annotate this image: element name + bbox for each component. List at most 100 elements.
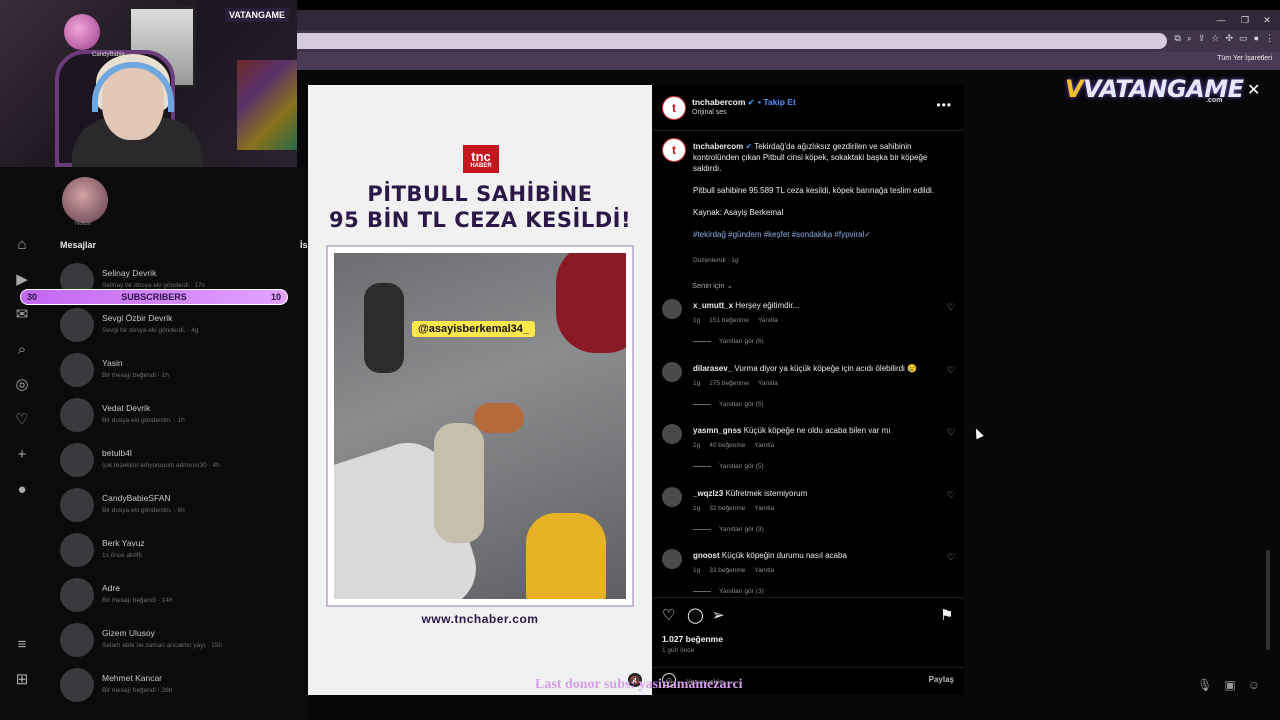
message-thread[interactable]: Gizem Ulusoy Selam abla ne zaman arıcaktı…	[60, 623, 300, 663]
commenter-avatar[interactable]	[662, 549, 682, 569]
audio-label[interactable]: Orijinal ses	[692, 109, 727, 116]
image-icon[interactable]: ▣	[1224, 678, 1235, 692]
thread-preview: Bir mesajı beğendi · 14h	[102, 597, 173, 604]
commenter-name[interactable]: gnoost	[693, 551, 720, 560]
comment-likes[interactable]: 32 beğenme	[709, 505, 745, 512]
thread-name: Berk Yavuz	[102, 538, 145, 548]
explore-icon[interactable]: ◎	[13, 375, 31, 393]
message-thread[interactable]: Mehmet Kancar Bir mesajı beğendi · 26h	[60, 668, 300, 708]
reels-icon[interactable]: ▶	[13, 270, 31, 288]
reply-button[interactable]: Yanıtla	[754, 442, 774, 449]
comment-like-icon[interactable]: ♡	[947, 302, 955, 313]
view-replies[interactable]: Yanıtları gör (3)	[693, 526, 764, 533]
reply-button[interactable]: Yanıtla	[758, 380, 778, 387]
all-bookmarks[interactable]: Tüm Yer İşaretleri	[1217, 55, 1272, 62]
microphone-icon[interactable]: 🎙	[1197, 678, 1212, 692]
comment-likes[interactable]: 40 beğenme	[709, 442, 745, 449]
message-thread[interactable]: Yasin Bir mesajı beğendi · 1h	[60, 353, 300, 393]
close-window-icon[interactable]: ✕	[1256, 10, 1278, 30]
share-page-icon[interactable]: ⇪	[1198, 33, 1206, 44]
cast-icon[interactable]: ⧉	[1174, 33, 1180, 44]
message-thread[interactable]: Berk Yavuz 1s önce aktifti	[60, 533, 300, 573]
thread-name: Selinay Devrik	[102, 268, 157, 278]
message-thread[interactable]: Adre Bir mesajı beğendi · 14h	[60, 578, 300, 618]
follow-button[interactable]: • Takip Et	[758, 97, 796, 107]
save-icon[interactable]: ⚑	[940, 606, 953, 624]
profile-icon[interactable]: ●	[1254, 33, 1259, 44]
like-count[interactable]: 1.027 beğenme	[662, 634, 723, 644]
message-thread[interactable]: betulb4l çok teşekkür ediyoruuum admınııı…	[60, 443, 300, 483]
minimize-icon[interactable]: —	[1210, 10, 1232, 30]
apps-icon[interactable]: ⊞	[13, 670, 31, 688]
view-replies[interactable]: Yanıtları gör (6)	[693, 338, 764, 345]
reply-button[interactable]: Yanıtla	[754, 505, 774, 512]
subscribers-goal-bar: 30 SUBSCRIBERS 10	[20, 289, 288, 305]
comment-likes[interactable]: 275 beğenme	[709, 380, 749, 387]
view-replies[interactable]: Yanıtları gör (3)	[693, 588, 764, 595]
home-icon[interactable]: ⌂	[13, 235, 31, 253]
scrollbar[interactable]	[1266, 550, 1270, 650]
more-options-icon[interactable]: •••	[936, 98, 952, 112]
comment-like-icon[interactable]: ♡	[947, 427, 955, 438]
comment-like-icon[interactable]: ♡	[947, 365, 955, 376]
split-icon[interactable]: ▭	[1239, 33, 1248, 44]
commenter-name[interactable]: x_umutt_x	[693, 301, 733, 310]
commenter-avatar[interactable]	[662, 487, 682, 507]
menu-icon[interactable]: ⋮	[1265, 33, 1274, 44]
headline-line-1: PİTBULL SAHİBİNE	[367, 182, 593, 206]
create-icon[interactable]: +	[13, 445, 31, 463]
reply-button[interactable]: Yanıtla	[758, 317, 778, 324]
shelf-toys	[237, 60, 297, 150]
zoom-icon[interactable]: ⌕	[1187, 33, 1192, 44]
view-replies[interactable]: Yanıtları gör (5)	[693, 401, 764, 408]
comment-time: 1g	[693, 380, 701, 387]
caption-author[interactable]: tnchabercom	[693, 142, 743, 151]
post-media[interactable]: tnc HABER PİTBULL SAHİBİNE 95 BİN TL CEZ…	[308, 85, 652, 695]
url-field[interactable]	[297, 33, 1167, 49]
view-replies[interactable]: Yanıtları gör (5)	[693, 463, 764, 470]
reply-button[interactable]: Yanıtla	[754, 567, 774, 574]
messages-icon[interactable]: ✉	[13, 305, 31, 323]
comment-like-icon[interactable]: ♡	[947, 490, 955, 501]
comment-likes[interactable]: 33 beğenme	[709, 567, 745, 574]
commenter-name[interactable]: dilarasev_	[693, 364, 732, 373]
message-thread[interactable]: Vedat Devrik Bir dosya eki gönderdin. · 1…	[60, 398, 300, 438]
thread-name: CandyBabieSFAN	[102, 493, 171, 503]
profile-avatar-icon[interactable]: ●	[13, 480, 31, 498]
thread-name: Mehmet Kancar	[102, 673, 162, 683]
sticker-icon[interactable]: ☺	[1248, 678, 1260, 692]
comment-sort[interactable]: Senin için ⌄	[692, 281, 733, 290]
comment-time: 1g	[693, 442, 701, 449]
share-icon[interactable]: ➢	[712, 606, 725, 624]
subs-label: SUBSCRIBERS	[121, 292, 187, 302]
author-avatar[interactable]: t	[662, 96, 686, 120]
message-thread[interactable]: CandyBabieSFAN Bir dosya eki gönderdin. ·…	[60, 488, 300, 528]
comment-like-icon[interactable]: ♡	[947, 552, 955, 563]
extensions-icon[interactable]: ✣	[1226, 33, 1234, 44]
commenter-avatar[interactable]	[662, 299, 682, 319]
hashtags[interactable]: #tekirdağ #gündem #keşfet #sondakika #fy…	[693, 229, 948, 240]
restore-icon[interactable]: ❐	[1234, 10, 1256, 30]
thread-preview: 1s önce aktifti	[102, 552, 142, 559]
comment-icon[interactable]: ◯	[687, 606, 704, 624]
comment-time: 1g	[693, 505, 701, 512]
post-comment-button[interactable]: Paylaş	[929, 675, 954, 684]
like-icon[interactable]: ♡	[662, 606, 675, 624]
message-thread[interactable]: Sevgi Özbir Devrik Sevgi bir dosya eki gö…	[60, 308, 300, 348]
commenter-avatar[interactable]	[662, 424, 682, 444]
note-avatar[interactable]	[62, 177, 108, 223]
star-icon[interactable]: ☆	[1211, 33, 1219, 44]
comment-likes[interactable]: 151 beğenme	[709, 317, 749, 324]
author-name[interactable]: tnchabercom ✔	[692, 97, 754, 107]
commenter-name[interactable]: _wqzlz3	[693, 489, 723, 498]
search-icon[interactable]: ⌕	[13, 340, 31, 358]
close-modal-icon[interactable]: ✕	[1247, 80, 1260, 100]
commenter-avatar[interactable]	[662, 362, 682, 382]
commenter-name[interactable]: yasmn_gnss	[693, 426, 741, 435]
more-menu-icon[interactable]: ≡	[13, 635, 31, 653]
thread-avatar	[60, 533, 94, 567]
heart-icon[interactable]: ♡	[13, 410, 31, 428]
post-details: t tnchabercom ✔ • Takip Et Orijinal ses …	[652, 85, 964, 695]
caption-avatar[interactable]: t	[662, 138, 686, 162]
requests-heading[interactable]: İs	[300, 240, 308, 250]
